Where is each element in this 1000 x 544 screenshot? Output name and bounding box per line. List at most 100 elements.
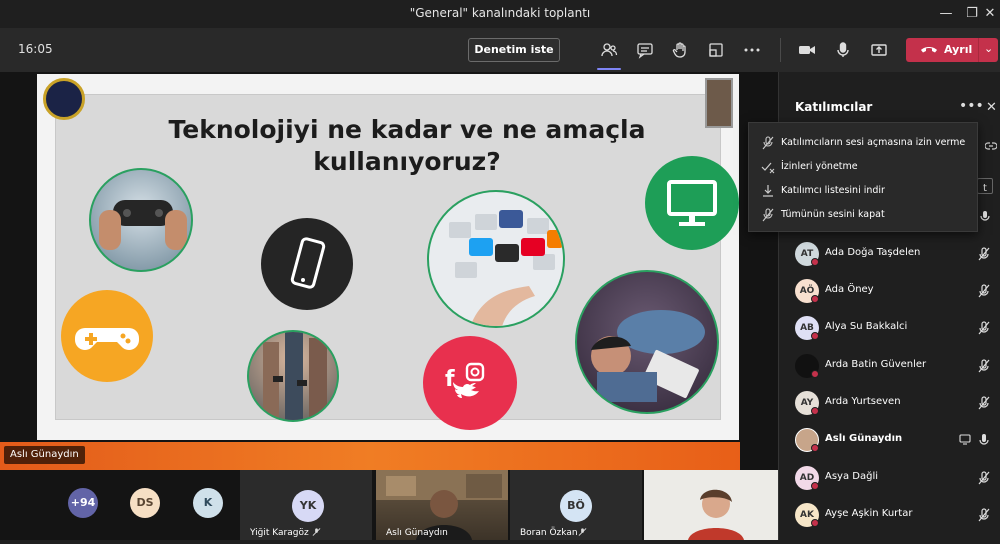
permissions-off-icon — [761, 162, 775, 174]
leave-label: Ayrıl — [944, 43, 973, 56]
muted-mic-icon[interactable] — [977, 283, 991, 299]
hang-up-icon — [921, 47, 937, 53]
muted-mic-icon[interactable] — [977, 246, 991, 262]
list-item[interactable]: AB Alya Su Bakkalci — [779, 310, 1000, 346]
request-control-button[interactable]: Denetim iste — [468, 38, 560, 62]
menu-item-label: İzinleri yönetme — [781, 161, 858, 172]
self-video — [644, 470, 778, 540]
microphone-icon[interactable] — [979, 210, 991, 224]
panel-title: Katılımcılar — [795, 100, 873, 114]
microphone-icon[interactable] — [831, 38, 855, 62]
participant-name: Asya Dağli — [825, 471, 879, 482]
maximize-icon[interactable]: ❐ — [962, 4, 982, 24]
avatar[interactable]: DS — [130, 488, 160, 518]
muted-mic-icon[interactable] — [977, 395, 991, 411]
meeting-toolbar: 16:05 Denetim iste Ayrıl ⌄ — [0, 28, 1000, 72]
presenting-icon — [959, 434, 971, 445]
list-item[interactable]: Arda Batin Güvenler — [779, 348, 1000, 384]
status-badge — [811, 295, 819, 303]
close-window-icon[interactable]: ✕ — [980, 4, 1000, 24]
participants-options-menu: Katılımcıların sesi açmasına izin verme … — [748, 122, 978, 232]
search-box-edge[interactable]: t — [977, 178, 993, 194]
muted-mic-icon[interactable] — [977, 320, 991, 336]
more-icon[interactable] — [740, 38, 764, 62]
mic-off-icon — [762, 136, 774, 150]
menu-item-disallow-unmute[interactable]: Katılımcıların sesi açmasına izin verme — [749, 131, 979, 155]
avatar: BÖ — [560, 490, 592, 522]
slide-footer-band — [0, 442, 740, 470]
participant-tile[interactable]: YK Yiğit Karagöz — [240, 470, 372, 540]
list-item[interactable]: AT Ada Doğa Taşdelen — [779, 236, 1000, 272]
participant-tile[interactable]: BÖ Boran Özkan — [510, 470, 642, 540]
chevron-down-icon[interactable]: ⌄ — [984, 42, 993, 55]
meeting-clock: 16:05 — [18, 42, 53, 56]
share-icon[interactable] — [867, 38, 891, 62]
tile-name: Boran Özkan — [520, 528, 578, 538]
list-item[interactable]: AD Asya Dağli — [779, 460, 1000, 496]
link-icon[interactable] — [985, 140, 997, 152]
menu-item-label: Tümünün sesini kapat — [781, 209, 885, 220]
list-item[interactable]: AK Ayşe Aşkin Kurtar — [779, 497, 1000, 533]
monitor-icon — [645, 156, 739, 250]
slide-title: Teknolojiyi ne kadar ve ne amaçla kullan… — [97, 114, 717, 178]
raise-hand-icon[interactable] — [668, 38, 692, 62]
more-options-icon[interactable]: ••• — [959, 98, 984, 114]
muted-mic-icon[interactable] — [977, 358, 991, 374]
muted-mic-icon — [312, 528, 321, 536]
participant-name: Aslı Günaydın — [825, 433, 903, 444]
menu-item-manage-permissions[interactable]: İzinleri yönetme — [749, 155, 979, 179]
gamepad-icon — [61, 290, 153, 382]
smartphone-icon — [261, 218, 353, 310]
participant-name: Arda Yurtseven — [825, 396, 901, 407]
close-icon[interactable]: ✕ — [986, 100, 997, 115]
participant-name: Arda Batin Güvenler — [825, 359, 927, 370]
gaming-photo — [89, 168, 193, 272]
download-icon — [763, 185, 773, 197]
people-selected-indicator — [597, 68, 621, 70]
microphone-icon[interactable] — [977, 432, 991, 448]
menu-item-label: Katılımcı listesini indir — [781, 185, 885, 196]
self-video-tile[interactable] — [644, 470, 778, 540]
status-badge — [811, 519, 819, 527]
status-badge — [811, 482, 819, 490]
toolbar-divider — [780, 38, 781, 62]
participant-name: Ada Öney — [825, 284, 874, 295]
menu-item-mute-all[interactable]: Tümünün sesini kapat — [749, 203, 979, 227]
list-item[interactable]: AY Arda Yurtseven — [779, 385, 1000, 421]
muted-mic-icon — [578, 528, 587, 536]
window-title: "General" kanalındaki toplantı — [409, 6, 591, 20]
school-logo — [43, 78, 85, 120]
list-item[interactable]: AÖ Ada Öney — [779, 273, 1000, 309]
minimize-icon[interactable]: — — [936, 4, 956, 24]
avatar[interactable]: K — [193, 488, 223, 518]
social-keyboard-photo — [427, 190, 565, 328]
menu-item-label: Katılımcıların sesi açmasına izin verme — [781, 137, 966, 148]
svg-text:f: f — [445, 367, 455, 392]
status-badge — [811, 258, 819, 266]
chat-icon[interactable] — [633, 38, 657, 62]
tile-name: Yiğit Karagöz — [250, 528, 309, 538]
participant-name: Alya Su Bakkalci — [825, 321, 908, 332]
leave-button[interactable]: Ayrıl ⌄ — [906, 38, 998, 62]
presentation-slide: Teknolojiyi ne kadar ve ne amaçla kullan… — [37, 74, 739, 440]
participant-video-tile[interactable]: Aslı Günaydın — [376, 470, 508, 540]
overflow-participants-button[interactable]: +94 — [68, 488, 98, 518]
avatar: YK — [292, 490, 324, 522]
child-tablet-photo — [575, 270, 719, 414]
shared-screen: Teknolojiyi ne kadar ve ne amaçla kullan… — [0, 72, 778, 470]
menu-item-download-list[interactable]: Katılımcı listesini indir — [749, 179, 979, 203]
camera-icon[interactable] — [795, 38, 819, 62]
list-item[interactable]: Aslı Günaydın — [779, 422, 1000, 458]
people-icon[interactable] — [597, 38, 621, 62]
status-badge — [811, 444, 819, 452]
people-phones-photo — [247, 330, 339, 422]
leave-divider — [978, 38, 979, 62]
title-bar: "General" kanalındaki toplantı — ❐ ✕ — [0, 0, 1000, 28]
mute-all-icon — [762, 208, 774, 222]
participant-name: Ayşe Aşkin Kurtar — [825, 508, 913, 519]
presenter-name-tag: Aslı Günaydın — [4, 446, 85, 464]
tile-name: Aslı Günaydın — [386, 528, 448, 538]
muted-mic-icon[interactable] — [977, 507, 991, 523]
rooms-icon[interactable] — [704, 38, 728, 62]
muted-mic-icon[interactable] — [977, 470, 991, 486]
